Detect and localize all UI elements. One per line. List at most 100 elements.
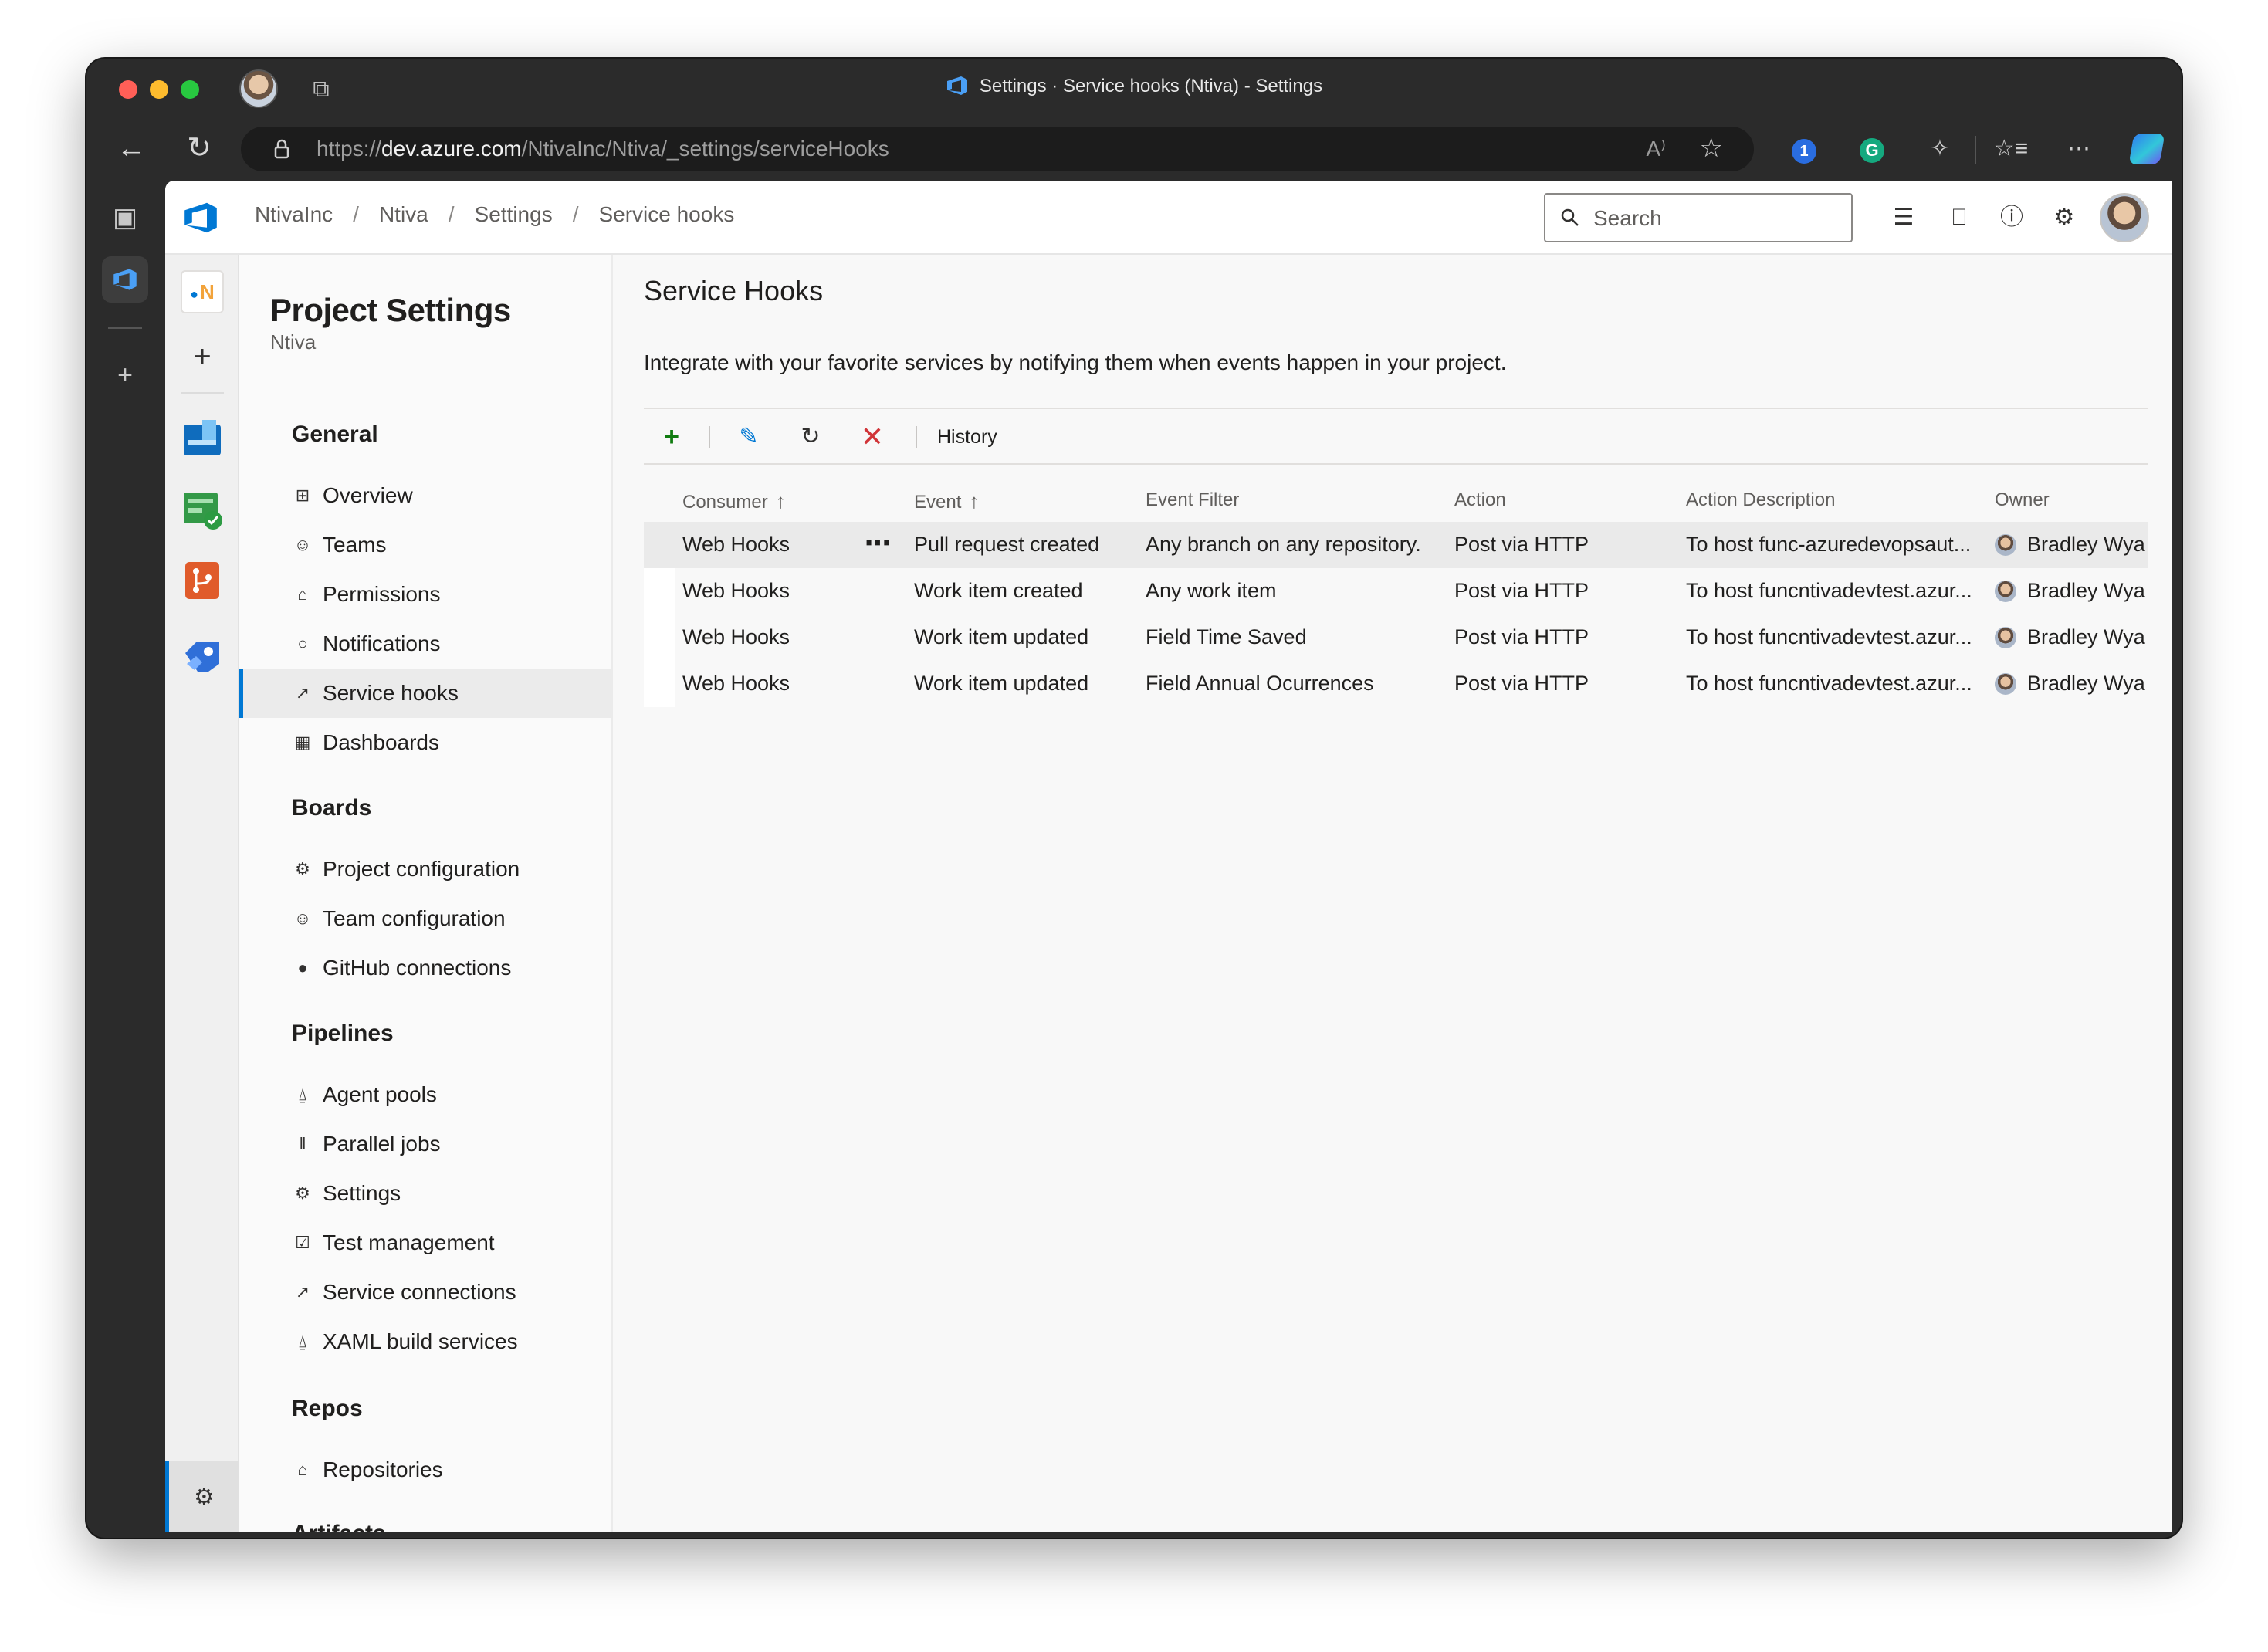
column-header-consumer[interactable]: Consumer ↑ <box>682 489 786 513</box>
cell-consumer: Web Hooks <box>682 533 790 556</box>
owner-name: Bradley Wya <box>2027 533 2145 556</box>
breadcrumb-settings[interactable]: Settings <box>475 202 553 227</box>
team-configuration-icon: ☺ <box>293 909 312 928</box>
cell-owner: Bradley Wya <box>1995 625 2148 649</box>
delete-x-icon[interactable]: ✕ <box>857 421 888 452</box>
user-settings-icon[interactable]: ⚙ <box>2047 201 2081 235</box>
divider <box>644 463 2148 465</box>
parallel-jobs-icon: ‖ <box>299 1134 306 1153</box>
toolbar-separator <box>709 426 710 448</box>
breadcrumb-organization[interactable]: NtivaInc <box>255 202 333 227</box>
cell-action: Post via HTTP <box>1454 625 1589 648</box>
table-row[interactable]: Web Hooks Work item updated Field Time S… <box>644 614 2148 661</box>
edit-pencil-icon[interactable]: ✎ <box>733 421 764 452</box>
back-icon[interactable]: ← <box>110 127 153 170</box>
owner-avatar <box>1995 627 2016 648</box>
read-aloud-icon[interactable]: A⁾ <box>1646 136 1666 161</box>
azure-devops-icon <box>946 76 967 95</box>
nav-item-repositories[interactable]: ⌂ Repositories <box>239 1445 611 1495</box>
pipelines-icon[interactable] <box>181 630 224 673</box>
nav-section-repos: Repos <box>292 1396 363 1421</box>
agent-pools-icon: ⍙ <box>297 1085 308 1104</box>
project-initial: N <box>200 280 215 303</box>
add-subscription-icon[interactable]: + <box>656 421 687 452</box>
repos-icon[interactable] <box>181 559 224 602</box>
column-header-action[interactable]: Action <box>1454 489 1506 511</box>
sort-ascending-icon: ↑ <box>969 489 980 513</box>
new-project-icon[interactable]: + <box>181 335 224 378</box>
page-viewport: NtivaInc/Ntiva/Settings/Service hooks ☰ … <box>165 181 2172 1532</box>
tab-azure-devops[interactable] <box>102 256 148 303</box>
nav-item-service-hooks[interactable]: ↗ Service hooks <box>239 669 611 718</box>
nav-item-github-connections[interactable]: ● GitHub connections <box>239 943 611 993</box>
nav-item-xaml-build-services[interactable]: ⍙ XAML build services <box>239 1317 611 1366</box>
nav-item-test-management[interactable]: ☑ Test management <box>239 1218 611 1268</box>
nav-item-label: Teams <box>323 533 387 557</box>
column-header-event[interactable]: Event ↑ <box>914 489 979 513</box>
search-box[interactable] <box>1544 193 1853 242</box>
nav-item-agent-pools[interactable]: ⍙ Agent pools <box>239 1070 611 1119</box>
user-avatar[interactable] <box>2100 193 2149 242</box>
favorite-star-icon[interactable]: ☆ <box>1700 133 1723 164</box>
nav-item-dashboards[interactable]: ▦ Dashboards <box>239 718 611 767</box>
table-row[interactable]: Web Hooks Work item updated Field Annual… <box>644 661 2148 707</box>
url-scheme: https:// <box>317 137 382 161</box>
cell-action-description: To host func-azuredevopsaut... <box>1686 533 1972 556</box>
service-hooks-plug-icon: ↗ <box>295 683 310 702</box>
rail-divider <box>108 327 142 329</box>
breadcrumb-service-hooks[interactable]: Service hooks <box>598 202 734 227</box>
column-header-owner[interactable]: Owner <box>1995 489 2050 511</box>
cell-consumer: Web Hooks <box>682 625 790 648</box>
project-configuration-icon: ⚙ <box>295 859 310 878</box>
test-plans-icon[interactable] <box>181 488 224 531</box>
search-input[interactable] <box>1593 204 1840 233</box>
sidebar-toggle-icon[interactable]: ▣ <box>102 195 148 241</box>
more-options-icon[interactable]: ⋯ <box>2060 130 2098 168</box>
boards-icon[interactable] <box>181 417 224 460</box>
lock-icon: ⌂ <box>297 584 308 604</box>
lock-icon <box>274 139 289 159</box>
nav-item-pipeline-settings[interactable]: ⚙ Settings <box>239 1169 611 1218</box>
marketplace-bag-icon[interactable]: ⎕ <box>1942 201 1976 235</box>
azure-devops-logo-icon[interactable] <box>182 201 219 235</box>
window-title: Settings · Service hooks (Ntiva) - Setti… <box>86 76 2182 97</box>
nav-item-team-configuration[interactable]: ☺ Team configuration <box>239 894 611 943</box>
row-more-actions-icon[interactable]: ⋯ <box>865 528 892 559</box>
nav-item-overview[interactable]: ⊞ Overview <box>239 471 611 520</box>
column-header-label: Event <box>914 492 962 513</box>
extensions-puzzle-icon[interactable]: ✧ <box>1921 130 1959 168</box>
nav-item-notifications[interactable]: ○ Notifications <box>239 619 611 669</box>
project-settings-nav-button[interactable]: ⚙ <box>165 1461 239 1532</box>
nav-item-service-connections[interactable]: ↗ Service connections <box>239 1268 611 1317</box>
history-button[interactable]: History <box>937 426 997 449</box>
work-items-list-icon[interactable]: ☰ <box>1887 201 1921 235</box>
table-row[interactable]: Web Hooks Work item created Any work ite… <box>644 568 2148 614</box>
address-bar[interactable]: https://dev.azure.com/NtivaInc/Ntiva/_se… <box>241 127 1754 171</box>
new-tab-icon[interactable]: + <box>102 352 148 398</box>
column-header-event-filter[interactable]: Event Filter <box>1146 489 1239 511</box>
nav-item-label: Service hooks <box>323 681 459 705</box>
favorites-icon[interactable]: ☆≡ <box>1992 130 2030 168</box>
project-avatar[interactable]: ●N <box>181 270 224 313</box>
copilot-icon[interactable] <box>2128 130 2166 168</box>
column-header-action-description[interactable]: Action Description <box>1686 489 1835 511</box>
table-row[interactable]: Web Hooks ⋯ Pull request created Any bra… <box>644 522 2148 568</box>
owner-avatar <box>1995 534 2016 556</box>
cell-owner: Bradley Wya <box>1995 579 2148 603</box>
nav-item-parallel-jobs[interactable]: ‖ Parallel jobs <box>239 1119 611 1169</box>
breadcrumb-project[interactable]: Ntiva <box>379 202 428 227</box>
cell-event-filter: Field Annual Ocurrences <box>1146 672 1374 695</box>
url-text: https://dev.azure.com/NtivaInc/Ntiva/_se… <box>317 137 889 161</box>
reload-icon[interactable]: ↻ <box>178 127 221 170</box>
nav-item-teams[interactable]: ☺ Teams <box>239 520 611 570</box>
help-icon[interactable]: ⓘ <box>1995 201 2029 235</box>
url-host: dev.azure.com <box>381 137 522 161</box>
refresh-icon[interactable]: ↻ <box>795 421 826 452</box>
nav-item-project-configuration[interactable]: ⚙ Project configuration <box>239 845 611 894</box>
grammarly-extension-icon[interactable]: G <box>1853 130 1891 168</box>
nav-item-permissions[interactable]: ⌂ Permissions <box>239 570 611 619</box>
password-manager-extension-icon[interactable]: 1 <box>1785 130 1823 168</box>
notification-bubble-icon: ○ <box>297 634 308 653</box>
breadcrumb-separator: / <box>353 202 359 226</box>
cell-event: Work item created <box>914 579 1083 602</box>
